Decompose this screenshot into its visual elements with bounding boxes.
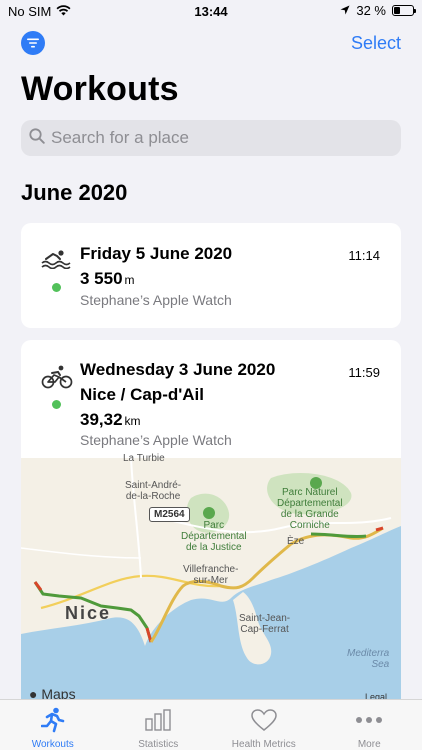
- map-label-nice: Nice: [65, 603, 112, 623]
- battery-icon: [392, 5, 416, 16]
- battery-percent: 32 %: [356, 3, 386, 18]
- workout-distance: 39,32 km: [80, 410, 141, 430]
- workout-date: Wednesday 3 June 2020: [80, 360, 276, 379]
- more-icon: [355, 708, 383, 732]
- status-right: 32 %: [340, 3, 416, 18]
- workout-source: Stephane’s Apple Watch: [80, 292, 232, 308]
- map-label-turbie: La Turbie: [123, 453, 165, 464]
- swimming-icon: [41, 247, 71, 270]
- location-arrow-icon: [340, 3, 350, 18]
- page-title: Workouts: [21, 70, 179, 108]
- search-field[interactable]: Search for a place: [21, 120, 401, 156]
- workout-source: Stephane’s Apple Watch: [80, 432, 232, 448]
- nav-bar: Select: [0, 30, 422, 58]
- bar-chart-icon: [144, 708, 172, 732]
- distance-unit: m: [124, 273, 135, 287]
- running-icon: [39, 707, 67, 733]
- map-label-sea: Mediterra Sea: [347, 648, 390, 670]
- cycling-icon: [41, 365, 73, 389]
- search-placeholder: Search for a place: [51, 128, 189, 147]
- tab-bar: Workouts Statistics Health Metrics More: [0, 699, 422, 750]
- tab-statistics[interactable]: Statistics: [106, 700, 212, 750]
- tab-label: Health Metrics: [231, 739, 296, 750]
- map-label-parc-corniche: Parc Naturel Départemental de la Grande …: [277, 487, 343, 531]
- filter-button[interactable]: [21, 31, 45, 55]
- section-header: June 2020: [21, 180, 128, 205]
- status-bar: No SIM 13:44 32 %: [0, 0, 422, 22]
- search-icon: [29, 127, 45, 149]
- distance-unit: km: [124, 414, 141, 428]
- distance-value: 3 550: [80, 269, 123, 288]
- tab-more[interactable]: More: [317, 700, 422, 750]
- tab-health-metrics[interactable]: Health Metrics: [211, 700, 317, 750]
- tab-label: Workouts: [31, 739, 74, 750]
- status-dot: [52, 283, 61, 292]
- map-label-saint-andre: Saint-André- de-la-Roche: [125, 480, 182, 502]
- tab-workouts[interactable]: Workouts: [0, 700, 106, 750]
- route-map[interactable]: La Turbie Saint-André- de-la-Roche M2564…: [21, 453, 401, 710]
- heart-icon: [250, 708, 278, 732]
- select-button[interactable]: Select: [351, 33, 401, 54]
- distance-value: 39,32: [80, 410, 123, 429]
- workout-card-swim[interactable]: Friday 5 June 2020 11:14 3 550 m Stephane…: [21, 223, 401, 328]
- workout-place: Nice / Cap-d'Ail: [80, 385, 205, 404]
- map-label-villefranche: Villefranche- sur-Mer: [183, 564, 239, 586]
- workout-time: 11:59: [348, 365, 380, 380]
- filter-icon: [27, 38, 39, 48]
- map-label-parc-justice: Parc Départemental de la Justice: [181, 520, 247, 553]
- status-dot: [52, 400, 61, 409]
- tab-label: Statistics: [138, 739, 179, 750]
- workout-distance: 3 550 m: [80, 269, 135, 289]
- map-label-eze: Èze: [287, 536, 305, 547]
- tab-label: More: [357, 739, 381, 750]
- workout-time: 11:14: [348, 248, 380, 263]
- workout-card-cycle[interactable]: Wednesday 3 June 2020 11:59 Nice / Cap-d…: [21, 340, 401, 710]
- map-label-saint-jean: Saint-Jean- Cap-Ferrat: [239, 613, 291, 635]
- workout-date: Friday 5 June 2020: [80, 244, 233, 263]
